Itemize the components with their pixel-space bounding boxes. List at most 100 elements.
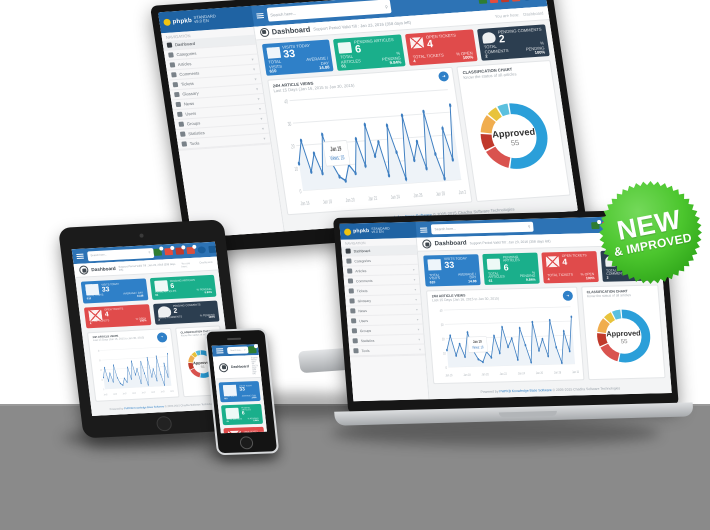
chevron-down-icon: ▾ [252, 66, 256, 72]
alerts-icon[interactable] [164, 245, 175, 256]
tablet-camera [139, 233, 144, 238]
stat-card-value: 4 [426, 37, 434, 51]
stat-card-meta: PENDING ARTICLES 6 [241, 407, 258, 417]
svg-text:30: 30 [99, 360, 101, 363]
chevron-down-icon: ▾ [417, 327, 420, 332]
stat-card-blue[interactable]: VISITS TODAY 33 TOTAL VISITS 610 AVERAGE… [80, 278, 148, 304]
svg-text:30: 30 [287, 121, 292, 127]
expand-icon[interactable]: ➜ [562, 291, 574, 302]
envelope-icon [409, 37, 425, 50]
book-icon [349, 298, 355, 304]
navbar-icons [248, 344, 267, 354]
stat-card-blue[interactable]: VISITS TODAY 33 TOTAL VISITS 610 AVERAGE… [423, 254, 481, 287]
search-icon[interactable]: ⚲ [148, 251, 150, 254]
tickets-icon[interactable] [511, 0, 521, 2]
stat-card-blue[interactable]: VISITS TODAY 33 TOTAL VISITS 610 AVERAGE… [218, 380, 261, 403]
stat-card-meta: PENDING ARTICLES 6 [170, 279, 196, 291]
search-icon[interactable]: ⚲ [384, 4, 388, 9]
phone-bezel: Search here... ⚲ Dashboard Support Perio… [204, 327, 280, 456]
stat-card-meta: VISITS TODAY 33 [101, 283, 120, 294]
stat-card-teal[interactable]: PENDING ARTICLES 6 TOTAL ARTICLES 61 % P… [220, 403, 264, 426]
panels-row: 24H ARTICLE VIEWS Last 15 Days (Jan 16, … [421, 281, 671, 389]
stat-card-right-label: % PENDING [519, 270, 536, 279]
stat-card-teal[interactable]: PENDING ARTICLES 6 TOTAL ARTICLES 61 % P… [333, 33, 407, 71]
chevron-down-icon: ▾ [261, 125, 265, 131]
svg-text:20: 20 [100, 370, 102, 373]
footer-link[interactable]: PHPKB Knowledge Base Software [499, 388, 552, 393]
support-period-text: Support Period Valid Till : Jan 23, 2016… [250, 357, 259, 376]
sidebar-item-label: Glossary [357, 298, 372, 303]
search-input[interactable]: Search here... ⚲ [226, 346, 249, 355]
phone-home-button[interactable] [239, 436, 254, 450]
stat-card-red[interactable]: OPEN TICKETS 4 TOTAL TICKETS 4 % OPEN 10… [223, 426, 266, 434]
phone: Search here... ⚲ Dashboard Support Perio… [204, 327, 288, 465]
search-input[interactable]: Search here... ⚲ [87, 247, 155, 261]
stat-card-navy[interactable]: PENDING COMMENTS 2 TOTAL COMMENTS 2 % PE… [477, 23, 550, 61]
stat-card-red[interactable]: OPEN TICKETS 4 TOTAL TICKETS 4 % OPEN 10… [541, 251, 599, 284]
stat-card-meta: PENDING COMMENTS 2 [173, 304, 202, 316]
user-icon[interactable] [522, 0, 532, 1]
envelope-icon [545, 255, 560, 267]
breadcrumb-right: You are here: Dashboard [261, 362, 267, 369]
chevron-down-icon: ▾ [413, 277, 416, 282]
search-placeholder: Search here... [90, 253, 108, 258]
stat-card-label: OPEN TICKETS [561, 253, 587, 258]
alerts-icon[interactable] [489, 0, 499, 3]
chevron-down-icon: ▾ [262, 135, 266, 141]
breadcrumb-current[interactable]: Dashboard [523, 10, 544, 16]
stat-card-red[interactable]: OPEN TICKETS 4 TOTAL TICKETS 4 % OPEN 10… [405, 28, 478, 66]
scene: phpkb STANDARD v9.0 EN Search here... ⚲ … [0, 0, 710, 530]
stat-card-left: TOTAL TICKETS 4 [547, 273, 573, 282]
rss-icon[interactable] [153, 246, 164, 256]
expand-icon[interactable]: ➜ [438, 71, 450, 82]
stat-card-right: % PENDING 9.84% [517, 270, 536, 282]
stat-card-teal[interactable]: PENDING ARTICLES 6 TOTAL ARTICLES 61 % P… [149, 274, 217, 300]
stat-card-right-value: 9.84% [253, 419, 259, 423]
power-icon[interactable] [208, 245, 217, 254]
stat-card-left: TOTAL ARTICLES 61 [340, 54, 375, 69]
tickets-icon[interactable] [186, 244, 197, 255]
expand-icon[interactable]: ➜ [156, 332, 168, 343]
phpkb-logo-icon [163, 18, 172, 26]
rss-icon[interactable] [248, 344, 259, 354]
stat-card-blue[interactable]: VISITS TODAY 33 TOTAL VISITS 610 AVERAGE… [261, 38, 335, 76]
breadcrumb-current[interactable]: Dashboard [199, 260, 212, 267]
search-input[interactable]: Search here... ⚲ [431, 221, 534, 235]
footer-link[interactable]: PHPKB Knowledge Base Software [124, 405, 164, 410]
chevron-down-icon: ▾ [416, 317, 419, 322]
hamburger-icon[interactable] [72, 253, 88, 260]
stat-card-teal[interactable]: PENDING ARTICLES 6 TOTAL ARTICLES 61 % P… [482, 252, 540, 286]
svg-text:20: 20 [442, 337, 445, 342]
phone-speaker [226, 337, 242, 341]
hamburger-icon[interactable] [212, 348, 228, 354]
brand-name: phpkb [352, 228, 370, 235]
article-icon [347, 268, 353, 274]
stat-card-top: VISITS TODAY 33 [427, 256, 476, 270]
hamburger-icon[interactable] [252, 12, 268, 19]
hamburger-icon[interactable] [416, 227, 431, 233]
sidebar-item-label: Categories [354, 258, 372, 263]
messages-icon[interactable] [500, 0, 510, 3]
search-icon[interactable]: ⚲ [244, 349, 246, 351]
news-icon [350, 308, 356, 314]
stat-card-left-value: 61 [488, 278, 493, 283]
alerts-icon[interactable] [259, 344, 267, 354]
rss-icon[interactable] [478, 0, 488, 4]
tablet-home-button[interactable] [155, 415, 173, 432]
sidebar-item-tools[interactable]: Tools ▾ [349, 344, 426, 357]
svg-text:55: 55 [200, 365, 204, 369]
user-icon[interactable] [197, 246, 206, 254]
stat-card-bottom: TOTAL ARTICLES 61 % PENDING 9.84% [155, 288, 212, 297]
svg-text:40: 40 [284, 99, 289, 105]
sidebar-item-label: Statistics [187, 129, 206, 136]
stat-card-right-label: % OPEN [580, 272, 595, 277]
comment-icon [347, 278, 354, 284]
classification-panel: CLASSIFICATION CHART Know the status of … [456, 60, 571, 202]
dashboard-icon [259, 27, 270, 37]
stat-card-label: OPEN TICKETS [243, 431, 258, 434]
messages-icon[interactable] [175, 245, 186, 255]
footer-prefix: Powered by [480, 389, 500, 394]
main-content: Dashboard Support Period Valid Till : Ja… [253, 5, 578, 232]
search-icon[interactable]: ⚲ [528, 225, 531, 229]
svg-text:Jan 18: Jan 18 [113, 393, 117, 396]
